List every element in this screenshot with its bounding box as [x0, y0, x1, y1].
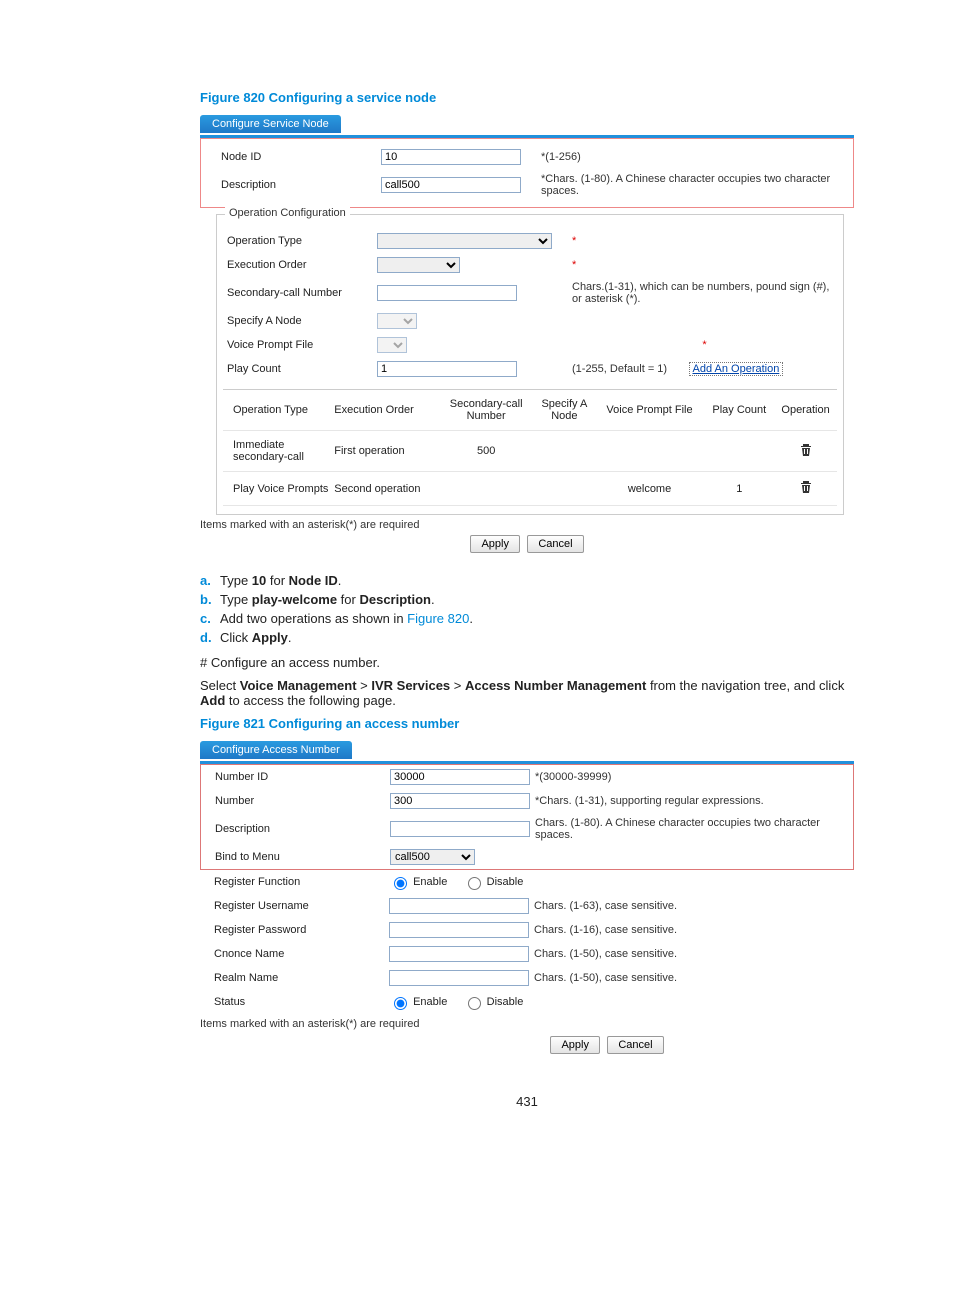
play-count-help: (1-255, Default = 1)	[572, 363, 667, 375]
add-operation-button[interactable]: Add An Operation	[689, 362, 784, 376]
operation-type-select[interactable]	[377, 233, 552, 249]
figure-821-title: Figure 821 Configuring an access number	[200, 716, 854, 731]
secondary-call-help: Chars.(1-31), which can be numbers, poun…	[562, 281, 837, 305]
operation-config-legend: Operation Configuration	[225, 207, 350, 219]
step-c: Add two operations as shown in Figure 82…	[220, 611, 473, 626]
cnonce-name-help: Chars. (1-50), case sensitive.	[524, 948, 854, 960]
status-enable[interactable]: Enable	[389, 996, 447, 1008]
cnonce-name-input[interactable]	[389, 946, 529, 962]
an-desc-input[interactable]	[390, 821, 530, 837]
status-label: Status	[200, 996, 389, 1008]
secondary-call-label: Secondary-call Number	[223, 287, 377, 299]
register-username-help: Chars. (1-63), case sensitive.	[524, 900, 854, 912]
play-count-input[interactable]	[377, 361, 517, 377]
node-id-help: *(1-256)	[531, 151, 853, 163]
number-id-label: Number ID	[201, 771, 390, 783]
register-username-label: Register Username	[200, 900, 389, 912]
voice-prompt-label: Voice Prompt File	[223, 339, 377, 351]
register-password-input[interactable]	[389, 922, 529, 938]
number-help: *Chars. (1-31), supporting regular expre…	[525, 795, 853, 807]
tab-configure-access-number[interactable]: Configure Access Number	[200, 741, 352, 759]
th-operation: Operation	[776, 404, 835, 416]
number-id-help: *(30000-39999)	[525, 771, 853, 783]
th-op-type: Operation Type	[225, 404, 334, 416]
cancel-button[interactable]: Cancel	[527, 535, 583, 553]
tab-configure-service-node[interactable]: Configure Service Node	[200, 115, 341, 133]
number-label: Number	[201, 795, 390, 807]
node-id-input[interactable]	[381, 149, 521, 165]
cell-exec-order: First operation	[334, 445, 440, 457]
cell-voice-prompt: welcome	[597, 483, 703, 495]
specify-node-select	[377, 313, 417, 329]
figure-820-title: Figure 820 Configuring a service node	[200, 90, 854, 105]
description-input[interactable]	[381, 177, 521, 193]
cell-op-type: Play Voice Prompts	[225, 483, 334, 495]
secondary-call-input[interactable]	[377, 285, 517, 301]
th-sec-call: Secondary-call Number	[440, 398, 532, 422]
description-label: Description	[201, 179, 381, 191]
play-count-label: Play Count	[223, 363, 377, 375]
an-desc-help: Chars. (1-80). A Chinese character occup…	[525, 817, 853, 841]
apply-button[interactable]: Apply	[470, 535, 520, 553]
bind-to-menu-label: Bind to Menu	[201, 851, 390, 863]
operation-type-label: Operation Type	[223, 235, 377, 247]
number-input[interactable]	[390, 793, 530, 809]
regfn-disable[interactable]: Disable	[463, 876, 524, 888]
register-password-label: Register Password	[200, 924, 389, 936]
table-row: Play Voice Prompts Second operation welc…	[223, 472, 837, 506]
register-function-label: Register Function	[200, 876, 389, 888]
th-play-count: Play Count	[702, 404, 776, 416]
th-voice-prompt: Voice Prompt File	[597, 404, 703, 416]
required-footnote: Items marked with an asterisk(*) are req…	[200, 519, 854, 531]
number-id-input[interactable]	[390, 769, 530, 785]
th-specify-node: Specify A Node	[532, 398, 596, 422]
voice-prompt-select	[377, 337, 407, 353]
realm-name-input[interactable]	[389, 970, 529, 986]
status-disable[interactable]: Disable	[463, 996, 524, 1008]
regfn-enable[interactable]: Enable	[389, 876, 447, 888]
trash-icon[interactable]	[800, 480, 812, 494]
step-b: Type play-welcome for Description.	[220, 592, 435, 607]
step-a: Type 10 for Node ID.	[220, 573, 341, 588]
required-star: *	[702, 339, 706, 351]
cell-sec-call: 500	[440, 445, 532, 457]
execution-order-label: Execution Order	[223, 259, 377, 271]
th-exec-order: Execution Order	[334, 404, 440, 416]
node-id-label: Node ID	[201, 151, 381, 163]
apply-button[interactable]: Apply	[550, 1036, 600, 1054]
register-username-input[interactable]	[389, 898, 529, 914]
cell-op-type: Immediate secondary-call	[225, 439, 334, 463]
realm-name-help: Chars. (1-50), case sensitive.	[524, 972, 854, 984]
required-star: *	[572, 235, 576, 247]
realm-name-label: Realm Name	[200, 972, 389, 984]
cnonce-name-label: Cnonce Name	[200, 948, 389, 960]
table-row: Immediate secondary-call First operation…	[223, 431, 837, 472]
bind-to-menu-select[interactable]: call500	[390, 849, 475, 865]
cell-play-count: 1	[702, 483, 776, 495]
execution-order-select[interactable]	[377, 257, 460, 273]
trash-icon[interactable]	[800, 443, 812, 457]
select-instruction: Select Voice Management > IVR Services >…	[200, 678, 854, 708]
page-number: 431	[200, 1094, 854, 1109]
hash-instruction: # Configure an access number.	[200, 655, 854, 670]
step-d: Click Apply.	[220, 630, 292, 645]
register-password-help: Chars. (1-16), case sensitive.	[524, 924, 854, 936]
required-star: *	[572, 259, 576, 271]
an-desc-label: Description	[201, 823, 390, 835]
cancel-button[interactable]: Cancel	[607, 1036, 663, 1054]
description-help: *Chars. (1-80). A Chinese character occu…	[531, 173, 853, 197]
required-footnote: Items marked with an asterisk(*) are req…	[200, 1018, 854, 1030]
cell-exec-order: Second operation	[334, 483, 440, 495]
specify-node-label: Specify A Node	[223, 315, 377, 327]
